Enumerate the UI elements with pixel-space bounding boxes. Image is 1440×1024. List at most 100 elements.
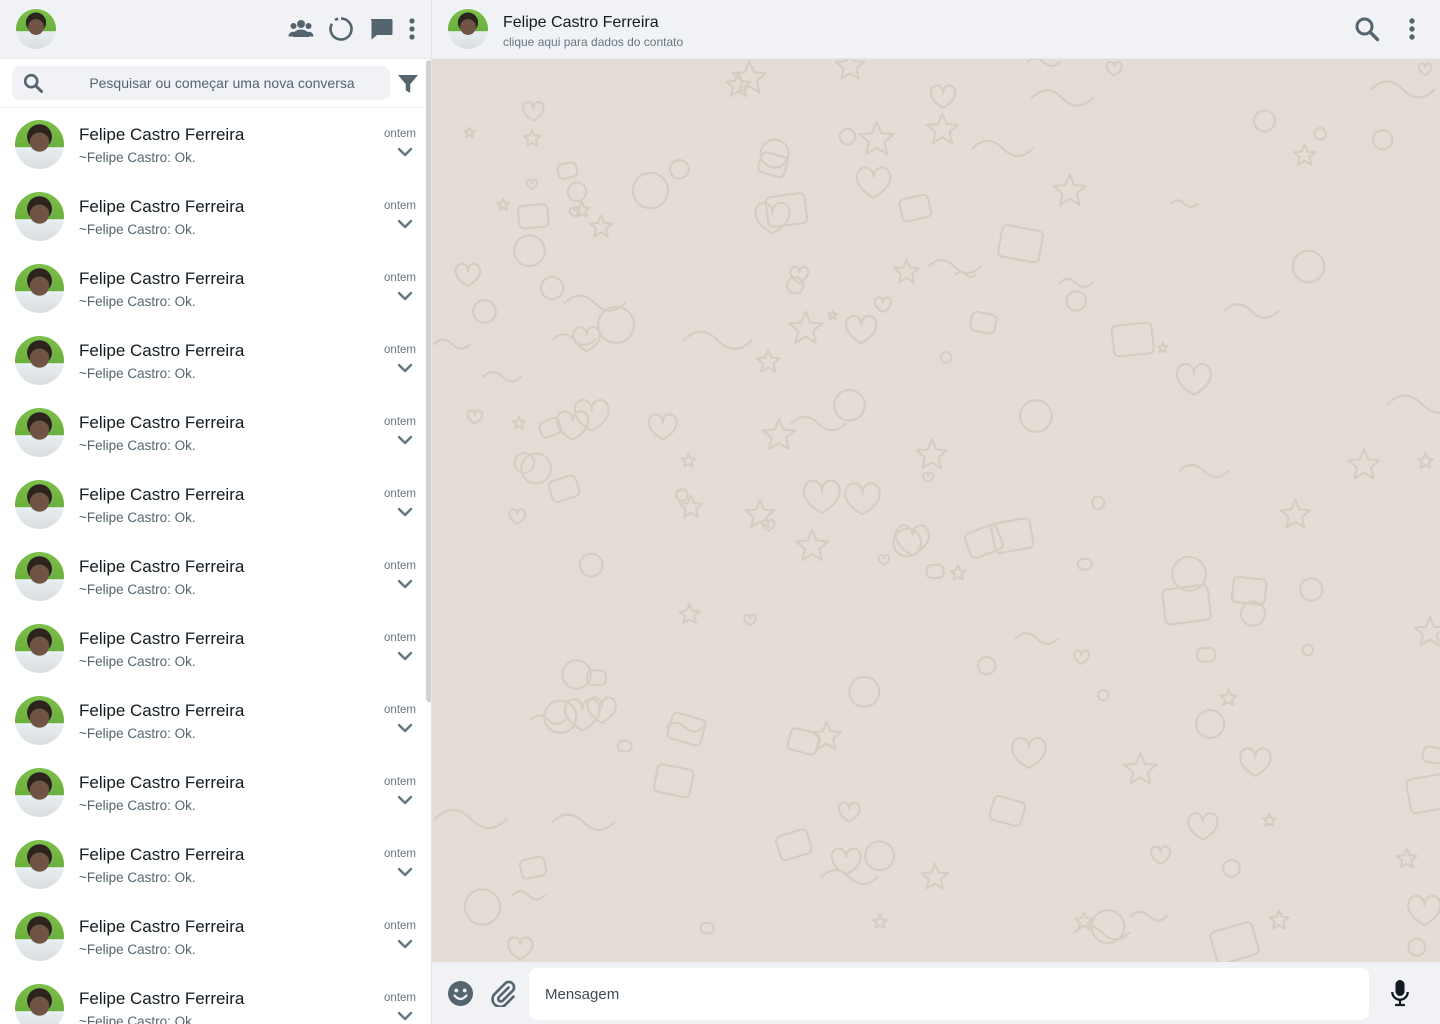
- doodle-shape: [1223, 303, 1280, 319]
- chat-list-item[interactable]: Felipe Castro Ferreira ~Felipe Castro: Ok…: [0, 324, 426, 396]
- filter-icon[interactable]: [397, 74, 419, 94]
- doodle-shape: [1014, 632, 1060, 645]
- doodle-shape: [921, 471, 935, 484]
- chat-avatar[interactable]: [15, 840, 64, 889]
- chat-avatar[interactable]: [15, 552, 64, 601]
- chat-list-item[interactable]: Felipe Castro Ferreira ~Felipe Castro: Ok…: [0, 900, 426, 972]
- doodle-shape: [1058, 277, 1094, 289]
- search-input[interactable]: [62, 66, 382, 100]
- chat-avatar[interactable]: [15, 336, 64, 385]
- chevron-down-icon[interactable]: [397, 722, 413, 734]
- chat-list-item[interactable]: Felipe Castro Ferreira ~Felipe Castro: Ok…: [0, 540, 426, 612]
- doodle-shape: [844, 482, 881, 516]
- doodle-shape: [848, 675, 881, 708]
- message-input[interactable]: [529, 968, 1369, 1020]
- doodle-shape: [833, 388, 866, 422]
- chevron-down-icon[interactable]: [397, 434, 413, 446]
- doodle-shape: [1261, 812, 1277, 828]
- doodle-shape: [1209, 921, 1260, 962]
- chat-avatar[interactable]: [15, 480, 64, 529]
- chat-list-item[interactable]: Felipe Castro Ferreira ~Felipe Castro: Ok…: [0, 684, 426, 756]
- doodle-shape: [496, 197, 511, 211]
- my-profile-avatar[interactable]: [16, 9, 56, 49]
- conversation-header[interactable]: Felipe Castro Ferreira clique aqui para …: [432, 0, 1440, 59]
- doodle-shape: [1123, 751, 1158, 785]
- search-messages-icon[interactable]: [1354, 16, 1380, 42]
- doodle-shape: [1169, 199, 1199, 209]
- doodle-shape: [838, 127, 857, 146]
- emoji-icon[interactable]: [447, 980, 474, 1007]
- doodle-shape: [1052, 173, 1087, 206]
- doodle-shape: [929, 84, 957, 109]
- doodle-shape: [1110, 321, 1155, 358]
- chevron-down-icon[interactable]: [397, 362, 413, 374]
- chevron-down-icon[interactable]: [397, 146, 413, 158]
- chat-list-item[interactable]: Felipe Castro Ferreira ~Felipe Castro: Ok…: [0, 180, 426, 252]
- doodle-shape: [508, 508, 527, 525]
- chat-list-item[interactable]: Felipe Castro Ferreira ~Felipe Castro: Ok…: [0, 396, 426, 468]
- microphone-icon[interactable]: [1390, 979, 1410, 1007]
- new-chat-icon[interactable]: [368, 16, 394, 42]
- chevron-down-icon[interactable]: [397, 218, 413, 230]
- doodle-shape: [1292, 143, 1317, 167]
- chevron-down-icon[interactable]: [397, 938, 413, 950]
- chat-avatar[interactable]: [15, 264, 64, 313]
- chat-list-item[interactable]: Felipe Castro Ferreira ~Felipe Castro: Ok…: [0, 108, 426, 180]
- doodle-shape: [511, 890, 546, 901]
- doodle-shape: [511, 415, 527, 430]
- chat-avatar[interactable]: [15, 192, 64, 241]
- doodle-shape: [463, 888, 502, 926]
- chat-list-item[interactable]: Felipe Castro Ferreira ~Felipe Castro: Ok…: [0, 828, 426, 900]
- doodle-shape: [1030, 89, 1094, 107]
- chat-time: ontem: [384, 272, 416, 284]
- doodle-shape: [454, 262, 482, 288]
- chat-time: ontem: [384, 632, 416, 644]
- chat-avatar[interactable]: [15, 984, 64, 1024]
- status-icon[interactable]: [328, 16, 354, 42]
- chevron-down-icon[interactable]: [397, 794, 413, 806]
- doodle-shape: [864, 840, 896, 872]
- chat-time: ontem: [384, 704, 416, 716]
- attach-icon[interactable]: [489, 979, 517, 1007]
- chat-last-message: ~Felipe Castro: Ok.: [79, 870, 196, 885]
- chevron-down-icon[interactable]: [397, 866, 413, 878]
- contact-info-hint[interactable]: clique aqui para dados do contato: [503, 35, 683, 49]
- contact-avatar[interactable]: [448, 9, 488, 49]
- chat-avatar[interactable]: [15, 624, 64, 673]
- chat-last-message: ~Felipe Castro: Ok.: [79, 438, 196, 453]
- chevron-down-icon[interactable]: [397, 506, 413, 518]
- doodle-shape: [472, 299, 497, 324]
- chat-last-message: ~Felipe Castro: Ok.: [79, 366, 196, 381]
- community-icon[interactable]: [288, 16, 314, 42]
- doodle-shape: [652, 763, 695, 799]
- chevron-down-icon[interactable]: [397, 290, 413, 302]
- chat-list-item[interactable]: Felipe Castro Ferreira ~Felipe Castro: Ok…: [0, 756, 426, 828]
- chat-avatar[interactable]: [15, 912, 64, 961]
- doodle-shape: [518, 855, 548, 880]
- doodle-shape: [597, 305, 636, 344]
- contact-name[interactable]: Felipe Castro Ferreira: [503, 14, 659, 32]
- doodle-shape: [647, 413, 678, 441]
- chat-list-item[interactable]: Felipe Castro Ferreira ~Felipe Castro: Ok…: [0, 468, 426, 540]
- chevron-down-icon[interactable]: [397, 1010, 413, 1022]
- doodle-shape: [802, 479, 841, 514]
- conversation-menu-icon[interactable]: [1402, 16, 1422, 42]
- doodle-shape: [517, 203, 550, 230]
- doodle-shape: [1072, 649, 1091, 665]
- chat-list-item[interactable]: Felipe Castro Ferreira ~Felipe Castro: Ok…: [0, 612, 426, 684]
- chat-name: Felipe Castro Ferreira: [79, 125, 245, 144]
- chat-avatar[interactable]: [15, 408, 64, 457]
- chat-avatar[interactable]: [15, 696, 64, 745]
- chat-avatar[interactable]: [15, 768, 64, 817]
- doodle-shape: [1149, 845, 1172, 865]
- doodle-shape: [969, 310, 998, 335]
- chat-avatar[interactable]: [15, 120, 64, 169]
- menu-icon[interactable]: [400, 16, 424, 42]
- chat-list-item[interactable]: Felipe Castro Ferreira ~Felipe Castro: Ok…: [0, 252, 426, 324]
- chevron-down-icon[interactable]: [397, 578, 413, 590]
- doodle-shape: [926, 258, 982, 275]
- chat-list-item[interactable]: Felipe Castro Ferreira ~Felipe Castro: Ok…: [0, 972, 426, 1024]
- chevron-down-icon[interactable]: [397, 650, 413, 662]
- doodle-shape: [834, 59, 866, 80]
- doodle-shape: [743, 613, 758, 627]
